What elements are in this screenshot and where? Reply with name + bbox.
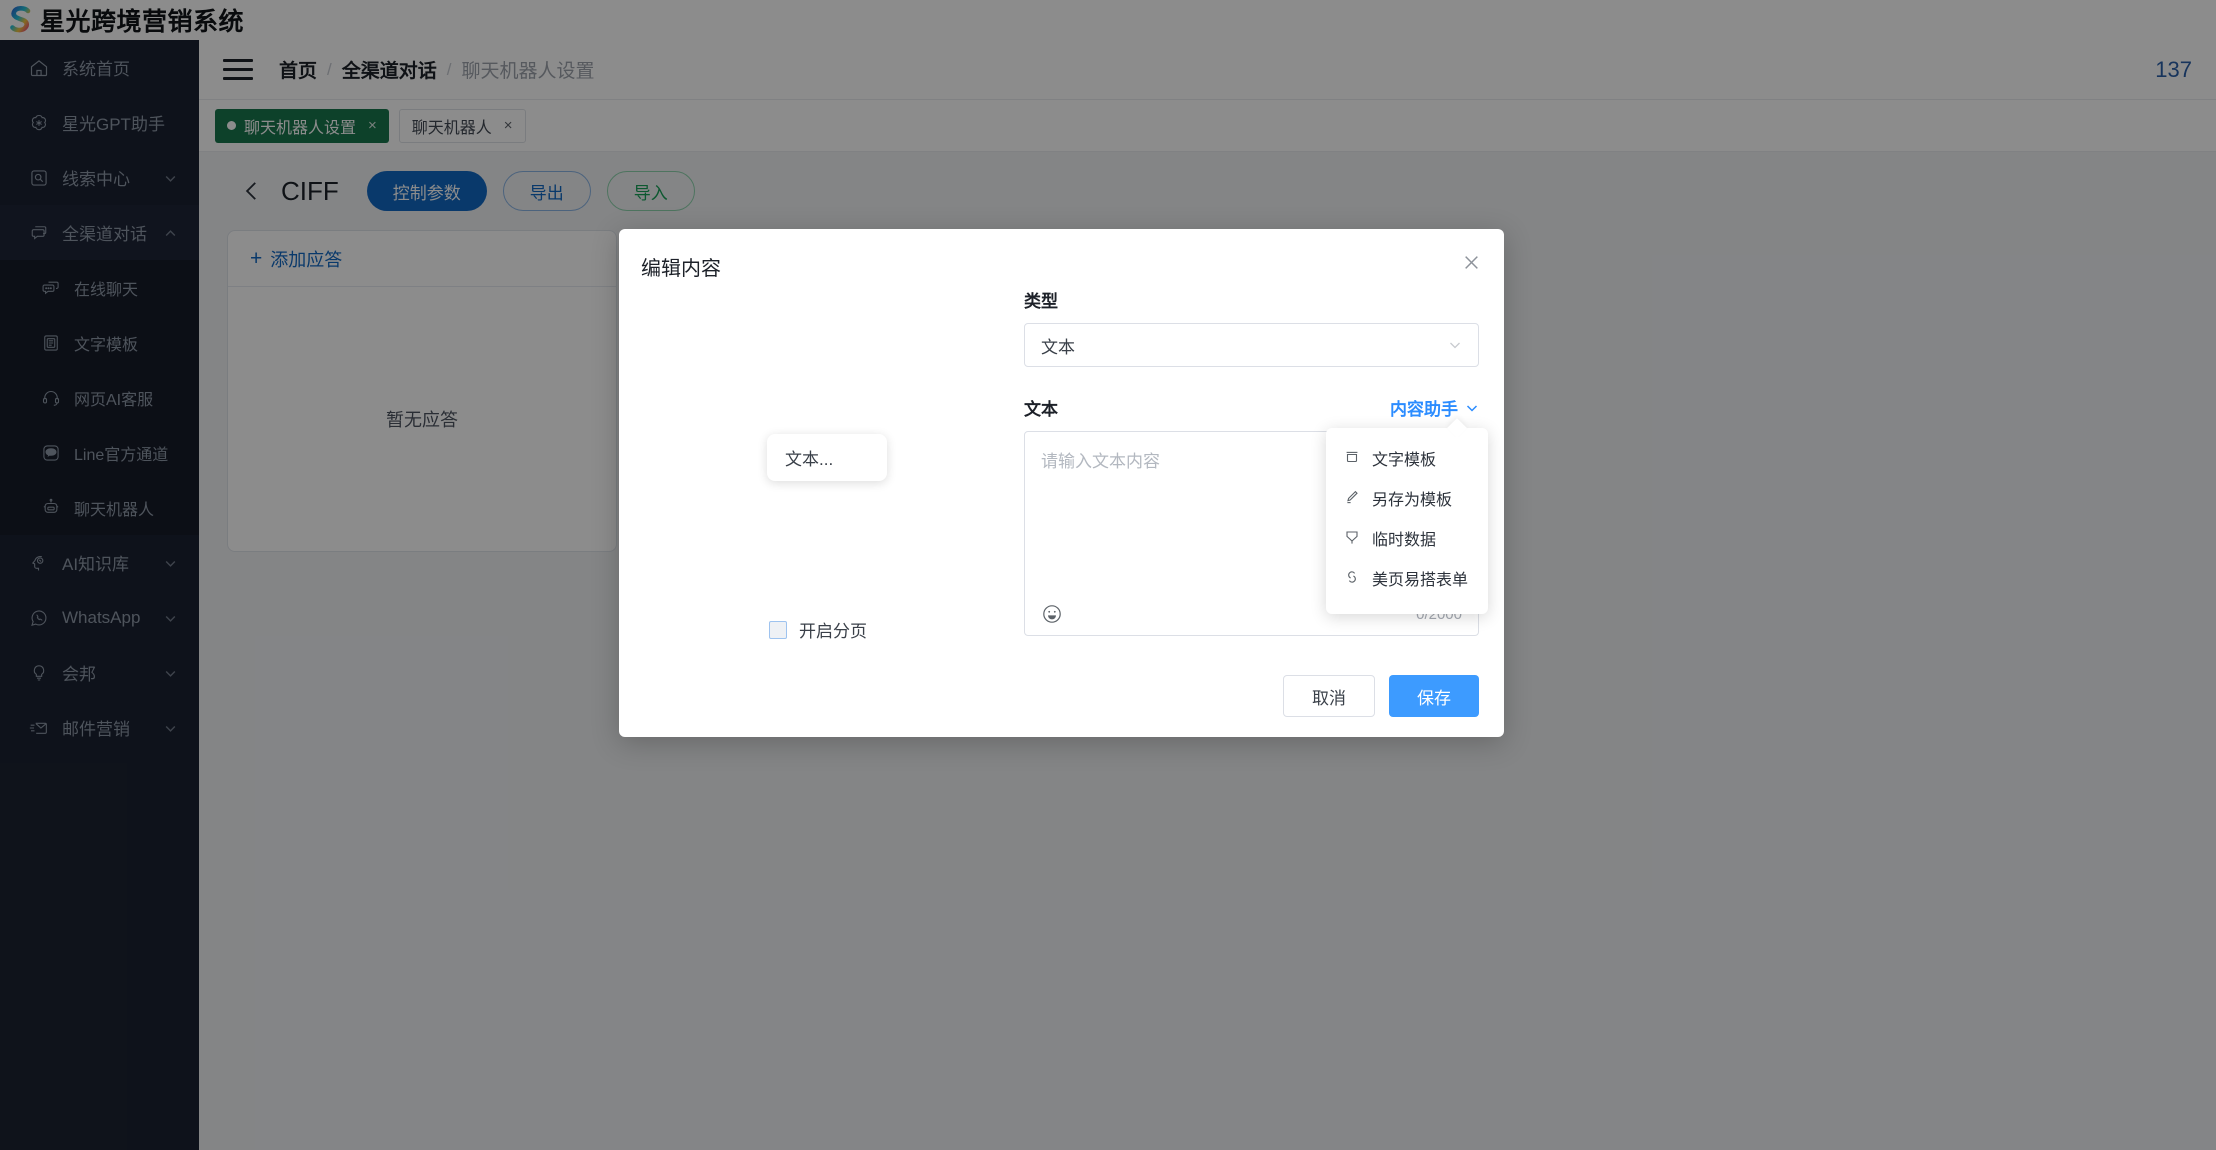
type-select[interactable]: 文本 [1024, 323, 1479, 367]
pencil-icon [1344, 489, 1362, 507]
close-icon[interactable] [1456, 247, 1486, 277]
menu-item-meiyeyida-form[interactable]: 美页易搭表单 [1326, 558, 1488, 598]
template-icon [1344, 449, 1362, 467]
cancel-button[interactable]: 取消 [1283, 675, 1375, 717]
pagination-label: 开启分页 [799, 622, 867, 641]
menu-item-temp-data[interactable]: 临时数据 [1326, 518, 1488, 558]
content-helper-label: 内容助手 [1390, 400, 1458, 419]
pagination-checkbox[interactable] [769, 620, 787, 639]
menu-item-label: 美页易搭表单 [1372, 572, 1469, 589]
text-field-header: 文本 内容助手 [1024, 395, 1479, 420]
data-icon [1344, 529, 1362, 547]
content-helper-button[interactable]: 内容助手 [1390, 395, 1479, 420]
menu-item-label: 另存为模板 [1372, 492, 1453, 509]
preview-bubble: 文本... [767, 434, 887, 481]
menu-item-save-as-template[interactable]: 另存为模板 [1326, 478, 1488, 518]
modal-title: 编辑内容 [641, 258, 721, 280]
type-field-label: 类型 [1024, 292, 1058, 311]
menu-item-label: 临时数据 [1372, 532, 1437, 549]
textarea-placeholder: 请输入文本内容 [1041, 452, 1160, 471]
text-field-label: 文本 [1024, 400, 1058, 419]
menu-item-label: 文字模板 [1372, 452, 1437, 469]
modal-footer: 取消 保存 [619, 655, 1504, 737]
chevron-down-icon [1448, 338, 1462, 352]
save-button[interactable]: 保存 [1389, 675, 1479, 717]
menu-item-text-template[interactable]: 文字模板 [1326, 438, 1488, 478]
type-select-value: 文本 [1041, 337, 1075, 357]
chevron-down-icon [1465, 401, 1479, 415]
form-icon [1344, 569, 1362, 587]
emoji-smile-icon[interactable] [1041, 603, 1063, 625]
preview-column: 文本... 开启分页 [619, 287, 1024, 677]
pagination-toggle-row[interactable]: 开启分页 [769, 617, 867, 642]
content-helper-menu: 文字模板 另存为模板 临时数据 美页易搭表单 [1326, 418, 1488, 614]
